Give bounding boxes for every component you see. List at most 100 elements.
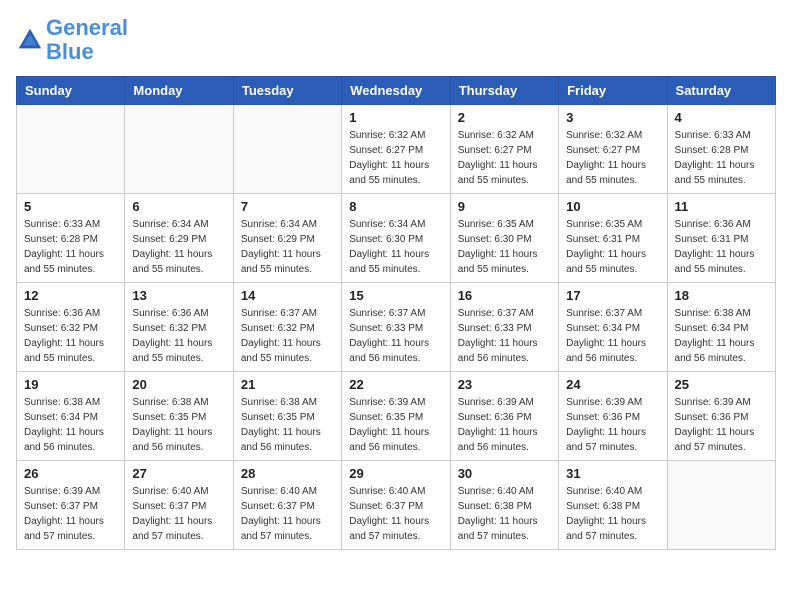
day-info: Sunrise: 6:40 AM Sunset: 6:37 PM Dayligh…	[132, 484, 225, 544]
calendar-cell: 11 Sunrise: 6:36 AM Sunset: 6:31 PM Dayli…	[667, 194, 775, 283]
col-header-thursday: Thursday	[450, 77, 558, 105]
day-info: Sunrise: 6:40 AM Sunset: 6:37 PM Dayligh…	[349, 484, 442, 544]
day-number: 20	[132, 377, 225, 392]
calendar-cell: 18Sunrise: 6:38 AM Sunset: 6:34 PM Dayli…	[667, 283, 775, 372]
calendar-cell	[17, 105, 125, 194]
day-info: Sunrise: 6:34 AM Sunset: 6:29 PM Dayligh…	[241, 217, 334, 277]
day-info: Sunrise: 6:33 AM Sunset: 6:28 PM Dayligh…	[675, 128, 768, 188]
day-number: 18	[675, 288, 768, 303]
calendar-cell: 15 Sunrise: 6:37 AM Sunset: 6:33 PM Dayli…	[342, 283, 450, 372]
calendar-cell: 9 Sunrise: 6:35 AM Sunset: 6:30 PM Daylig…	[450, 194, 558, 283]
day-info: Sunrise: 6:36 AM Sunset: 6:32 PM Dayligh…	[24, 306, 117, 366]
calendar-cell: 8 Sunrise: 6:34 AM Sunset: 6:30 PM Daylig…	[342, 194, 450, 283]
calendar-week-3: 12 Sunrise: 6:36 AM Sunset: 6:32 PM Dayli…	[17, 283, 776, 372]
page-header: GeneralBlue	[16, 16, 776, 64]
calendar-week-2: 5Sunrise: 6:33 AM Sunset: 6:28 PM Daylig…	[17, 194, 776, 283]
calendar-week-1: 1 Sunrise: 6:32 AM Sunset: 6:27 PM Daylig…	[17, 105, 776, 194]
day-info: Sunrise: 6:40 AM Sunset: 6:38 PM Dayligh…	[458, 484, 551, 544]
day-number: 7	[241, 199, 334, 214]
calendar-cell	[667, 461, 775, 550]
day-number: 3	[566, 110, 659, 125]
calendar-cell: 28Sunrise: 6:40 AM Sunset: 6:37 PM Dayli…	[233, 461, 341, 550]
logo-text: GeneralBlue	[46, 16, 128, 64]
day-info: Sunrise: 6:37 AM Sunset: 6:34 PM Dayligh…	[566, 306, 659, 366]
calendar-cell: 13 Sunrise: 6:36 AM Sunset: 6:32 PM Dayli…	[125, 283, 233, 372]
logo-icon	[16, 26, 44, 54]
day-info: Sunrise: 6:38 AM Sunset: 6:35 PM Dayligh…	[241, 395, 334, 455]
day-info: Sunrise: 6:35 AM Sunset: 6:30 PM Dayligh…	[458, 217, 551, 277]
day-number: 9	[458, 199, 551, 214]
day-info: Sunrise: 6:38 AM Sunset: 6:35 PM Dayligh…	[132, 395, 225, 455]
day-number: 15	[349, 288, 442, 303]
calendar-header-row: SundayMondayTuesdayWednesdayThursdayFrid…	[17, 77, 776, 105]
day-info: Sunrise: 6:37 AM Sunset: 6:33 PM Dayligh…	[458, 306, 551, 366]
col-header-wednesday: Wednesday	[342, 77, 450, 105]
day-info: Sunrise: 6:34 AM Sunset: 6:29 PM Dayligh…	[132, 217, 225, 277]
day-info: Sunrise: 6:39 AM Sunset: 6:36 PM Dayligh…	[458, 395, 551, 455]
day-number: 31	[566, 466, 659, 481]
calendar-cell: 1 Sunrise: 6:32 AM Sunset: 6:27 PM Daylig…	[342, 105, 450, 194]
day-info: Sunrise: 6:39 AM Sunset: 6:36 PM Dayligh…	[675, 395, 768, 455]
calendar-cell: 10Sunrise: 6:35 AM Sunset: 6:31 PM Dayli…	[559, 194, 667, 283]
calendar-cell: 25 Sunrise: 6:39 AM Sunset: 6:36 PM Dayli…	[667, 372, 775, 461]
day-info: Sunrise: 6:36 AM Sunset: 6:32 PM Dayligh…	[132, 306, 225, 366]
calendar-week-4: 19Sunrise: 6:38 AM Sunset: 6:34 PM Dayli…	[17, 372, 776, 461]
col-header-friday: Friday	[559, 77, 667, 105]
calendar-cell: 21 Sunrise: 6:38 AM Sunset: 6:35 PM Dayli…	[233, 372, 341, 461]
calendar-cell: 7 Sunrise: 6:34 AM Sunset: 6:29 PM Daylig…	[233, 194, 341, 283]
day-info: Sunrise: 6:39 AM Sunset: 6:35 PM Dayligh…	[349, 395, 442, 455]
day-number: 2	[458, 110, 551, 125]
day-number: 16	[458, 288, 551, 303]
day-number: 4	[675, 110, 768, 125]
calendar-cell: 2 Sunrise: 6:32 AM Sunset: 6:27 PM Daylig…	[450, 105, 558, 194]
day-number: 30	[458, 466, 551, 481]
calendar-cell: 17Sunrise: 6:37 AM Sunset: 6:34 PM Dayli…	[559, 283, 667, 372]
day-number: 27	[132, 466, 225, 481]
day-number: 14	[241, 288, 334, 303]
calendar-cell: 3 Sunrise: 6:32 AM Sunset: 6:27 PM Daylig…	[559, 105, 667, 194]
day-number: 13	[132, 288, 225, 303]
day-info: Sunrise: 6:36 AM Sunset: 6:31 PM Dayligh…	[675, 217, 768, 277]
day-number: 26	[24, 466, 117, 481]
calendar-cell: 23 Sunrise: 6:39 AM Sunset: 6:36 PM Dayli…	[450, 372, 558, 461]
day-number: 22	[349, 377, 442, 392]
logo: GeneralBlue	[16, 16, 128, 64]
day-number: 21	[241, 377, 334, 392]
calendar-cell: 30 Sunrise: 6:40 AM Sunset: 6:38 PM Dayli…	[450, 461, 558, 550]
day-number: 23	[458, 377, 551, 392]
day-number: 25	[675, 377, 768, 392]
day-number: 11	[675, 199, 768, 214]
calendar-cell	[125, 105, 233, 194]
day-info: Sunrise: 6:39 AM Sunset: 6:36 PM Dayligh…	[566, 395, 659, 455]
calendar-cell: 29Sunrise: 6:40 AM Sunset: 6:37 PM Dayli…	[342, 461, 450, 550]
day-number: 12	[24, 288, 117, 303]
day-info: Sunrise: 6:32 AM Sunset: 6:27 PM Dayligh…	[458, 128, 551, 188]
day-info: Sunrise: 6:40 AM Sunset: 6:38 PM Dayligh…	[566, 484, 659, 544]
day-number: 1	[349, 110, 442, 125]
calendar-cell: 14 Sunrise: 6:37 AM Sunset: 6:32 PM Dayli…	[233, 283, 341, 372]
day-info: Sunrise: 6:37 AM Sunset: 6:33 PM Dayligh…	[349, 306, 442, 366]
day-info: Sunrise: 6:32 AM Sunset: 6:27 PM Dayligh…	[349, 128, 442, 188]
day-info: Sunrise: 6:37 AM Sunset: 6:32 PM Dayligh…	[241, 306, 334, 366]
calendar-cell: 19Sunrise: 6:38 AM Sunset: 6:34 PM Dayli…	[17, 372, 125, 461]
calendar-cell: 24 Sunrise: 6:39 AM Sunset: 6:36 PM Dayli…	[559, 372, 667, 461]
col-header-sunday: Sunday	[17, 77, 125, 105]
day-number: 8	[349, 199, 442, 214]
day-number: 19	[24, 377, 117, 392]
calendar-cell: 12 Sunrise: 6:36 AM Sunset: 6:32 PM Dayli…	[17, 283, 125, 372]
calendar-week-5: 26 Sunrise: 6:39 AM Sunset: 6:37 PM Dayli…	[17, 461, 776, 550]
day-info: Sunrise: 6:39 AM Sunset: 6:37 PM Dayligh…	[24, 484, 117, 544]
calendar-cell: 22 Sunrise: 6:39 AM Sunset: 6:35 PM Dayli…	[342, 372, 450, 461]
day-number: 6	[132, 199, 225, 214]
day-info: Sunrise: 6:34 AM Sunset: 6:30 PM Dayligh…	[349, 217, 442, 277]
col-header-monday: Monday	[125, 77, 233, 105]
calendar-cell: 5Sunrise: 6:33 AM Sunset: 6:28 PM Daylig…	[17, 194, 125, 283]
calendar-table: SundayMondayTuesdayWednesdayThursdayFrid…	[16, 76, 776, 550]
calendar-cell: 16 Sunrise: 6:37 AM Sunset: 6:33 PM Dayli…	[450, 283, 558, 372]
day-number: 24	[566, 377, 659, 392]
calendar-cell: 20 Sunrise: 6:38 AM Sunset: 6:35 PM Dayli…	[125, 372, 233, 461]
calendar-cell: 31 Sunrise: 6:40 AM Sunset: 6:38 PM Dayli…	[559, 461, 667, 550]
day-number: 10	[566, 199, 659, 214]
day-info: Sunrise: 6:32 AM Sunset: 6:27 PM Dayligh…	[566, 128, 659, 188]
calendar-cell: 26 Sunrise: 6:39 AM Sunset: 6:37 PM Dayli…	[17, 461, 125, 550]
